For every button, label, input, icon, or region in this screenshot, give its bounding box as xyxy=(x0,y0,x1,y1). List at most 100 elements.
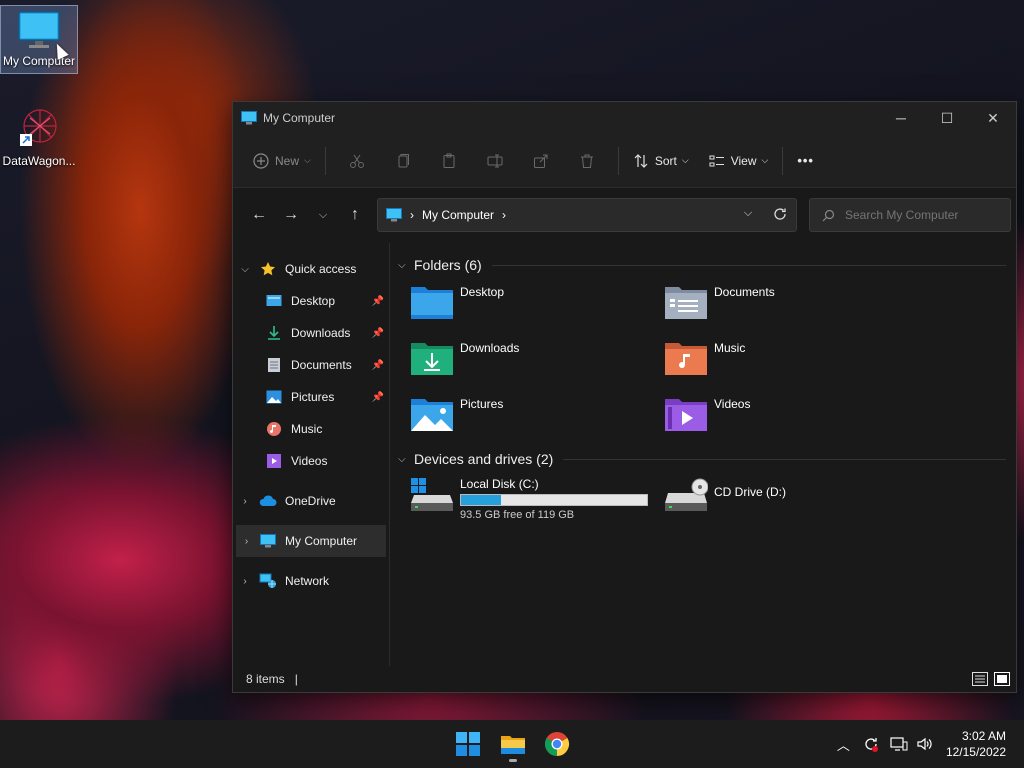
running-indicator xyxy=(509,759,517,762)
pin-icon[interactable]: 📌 xyxy=(372,392,384,403)
address-bar[interactable]: › My Computer › ⌵ xyxy=(377,198,797,232)
minimize-button[interactable]: ─ xyxy=(878,102,924,134)
sort-arrows-icon xyxy=(634,153,648,168)
nav-item-documents[interactable]: Documents 📌 xyxy=(233,349,389,381)
chevron-right-icon[interactable]: › xyxy=(236,536,257,547)
new-label: New xyxy=(275,153,300,168)
nav-quick-access[interactable]: ⌵ Quick access xyxy=(233,253,389,285)
large-icons-view-icon[interactable] xyxy=(994,672,1010,686)
folder-item-downloads[interactable]: Downloads xyxy=(398,333,652,389)
chevron-right-icon[interactable]: › xyxy=(233,576,257,587)
paste-button[interactable] xyxy=(431,153,467,169)
datawagon-shortcut-icon xyxy=(20,109,57,146)
pin-icon[interactable]: 📌 xyxy=(372,328,384,339)
refresh-icon xyxy=(774,207,786,220)
chevron-down-icon[interactable]: ⌵ xyxy=(233,264,257,275)
sort-button[interactable]: Sort ⌵ xyxy=(627,143,695,179)
nav-onedrive[interactable]: › OneDrive xyxy=(233,485,389,517)
copy-button[interactable] xyxy=(385,153,421,169)
pin-icon[interactable]: 📌 xyxy=(372,296,384,307)
desktop-icon-label: DataWagon... xyxy=(2,154,76,168)
taskbar-file-explorer[interactable] xyxy=(498,728,528,762)
network-icon xyxy=(259,573,276,588)
pictures-folder-icon xyxy=(411,399,453,431)
drive-item-c[interactable]: Local Disk (C:) 93.5 GB free of 119 GB xyxy=(398,471,652,523)
group-title: Folders (6) xyxy=(414,257,482,273)
nav-network[interactable]: › Network xyxy=(233,565,389,597)
chevron-up-icon[interactable]: ︿ xyxy=(837,735,850,754)
clock-date: 12/15/2022 xyxy=(945,745,1006,759)
chrome-icon[interactable] xyxy=(543,730,571,758)
disk-usage-bar xyxy=(460,494,648,506)
disk-free-text: 93.5 GB free of 119 GB xyxy=(460,509,575,521)
downloads-folder-icon xyxy=(411,343,453,375)
delete-button[interactable] xyxy=(569,153,605,169)
drives-grid: Local Disk (C:) 93.5 GB free of 119 GB C… xyxy=(398,471,1006,523)
chevron-down-icon[interactable]: ⌵ xyxy=(398,260,414,271)
desktop-icon-datawagon[interactable]: DataWagon... xyxy=(0,104,78,172)
address-row: ← → ⌵ ↑ › My Computer › ⌵ xyxy=(233,188,1016,242)
maximize-button[interactable]: ☐ xyxy=(924,102,970,134)
nav-label: Desktop xyxy=(291,294,336,308)
close-button[interactable]: ✕ xyxy=(970,102,1016,134)
plus-circle-icon xyxy=(253,152,269,169)
new-button[interactable]: New ⌵ xyxy=(247,143,317,179)
breadcrumb-separator[interactable]: › xyxy=(410,208,414,222)
nav-item-downloads[interactable]: Downloads 📌 xyxy=(233,317,389,349)
download-icon xyxy=(268,326,280,340)
search-box[interactable] xyxy=(809,198,1011,232)
folder-item-desktop[interactable]: Desktop xyxy=(398,277,652,333)
nav-item-videos[interactable]: Videos xyxy=(233,445,389,477)
sync-alert-icon[interactable] xyxy=(862,735,880,753)
drive-item-d[interactable]: CD Drive (D:) xyxy=(652,471,906,523)
view-button[interactable]: View ⌵ xyxy=(703,143,775,179)
sort-label: Sort xyxy=(654,153,677,168)
folder-item-pictures[interactable]: Pictures xyxy=(398,389,652,445)
pin-icon[interactable]: 📌 xyxy=(372,360,384,371)
nav-item-pictures[interactable]: Pictures 📌 xyxy=(233,381,389,413)
breadcrumb-separator[interactable]: › xyxy=(502,208,506,222)
status-divider: | xyxy=(294,672,298,686)
breadcrumb-my-computer[interactable]: My Computer xyxy=(422,208,494,222)
search-input[interactable] xyxy=(845,208,995,222)
back-button[interactable]: ← xyxy=(243,206,275,224)
clock[interactable]: 3:02 AM 12/15/2022 xyxy=(946,728,1006,760)
desktop-icon-my-computer[interactable]: My Computer xyxy=(0,5,78,74)
file-explorer-icon xyxy=(501,736,525,754)
chevron-right-icon[interactable]: › xyxy=(233,496,257,507)
window-title: My Computer xyxy=(263,111,336,125)
chevron-down-icon: ⌵ xyxy=(761,155,769,165)
start-icon[interactable] xyxy=(454,730,482,758)
folder-item-music[interactable]: Music xyxy=(652,333,906,389)
folder-label: Pictures xyxy=(460,397,504,411)
chevron-down-icon[interactable]: ⌵ xyxy=(398,454,414,465)
group-title: Devices and drives (2) xyxy=(414,451,554,467)
drive-label: CD Drive (D:) xyxy=(714,485,786,499)
music-icon xyxy=(267,422,281,436)
more-options-button[interactable]: ••• xyxy=(791,143,820,179)
nav-item-desktop[interactable]: Desktop 📌 xyxy=(233,285,389,317)
title-bar[interactable]: My Computer ─ ☐ ✕ xyxy=(233,102,1016,134)
desktop-folder-icon xyxy=(411,287,453,319)
rename-button[interactable] xyxy=(477,153,513,169)
recent-locations-button[interactable]: ⌵ xyxy=(307,209,339,222)
nav-label: Network xyxy=(285,574,330,588)
forward-button[interactable]: → xyxy=(275,206,307,224)
network-status-icon[interactable] xyxy=(890,736,908,752)
music-folder-icon xyxy=(665,343,707,375)
nav-item-music[interactable]: Music xyxy=(233,413,389,445)
drives-group-header[interactable]: ⌵ Devices and drives (2) xyxy=(398,447,1006,471)
documents-folder-icon xyxy=(665,287,707,319)
share-button[interactable] xyxy=(523,153,559,169)
volume-icon[interactable] xyxy=(916,736,934,752)
details-view-icon[interactable] xyxy=(972,672,988,686)
up-button[interactable]: ↑ xyxy=(339,206,371,224)
address-dropdown-button[interactable]: ⌵ xyxy=(732,207,764,224)
cut-button[interactable] xyxy=(339,153,375,169)
folders-group-header[interactable]: ⌵ Folders (6) xyxy=(398,253,1006,277)
folder-item-videos[interactable]: Videos xyxy=(652,389,906,445)
nav-label: Documents xyxy=(291,358,352,372)
folder-item-documents[interactable]: Documents xyxy=(652,277,906,333)
refresh-button[interactable] xyxy=(764,207,796,224)
nav-my-computer[interactable]: › My Computer xyxy=(236,525,386,557)
